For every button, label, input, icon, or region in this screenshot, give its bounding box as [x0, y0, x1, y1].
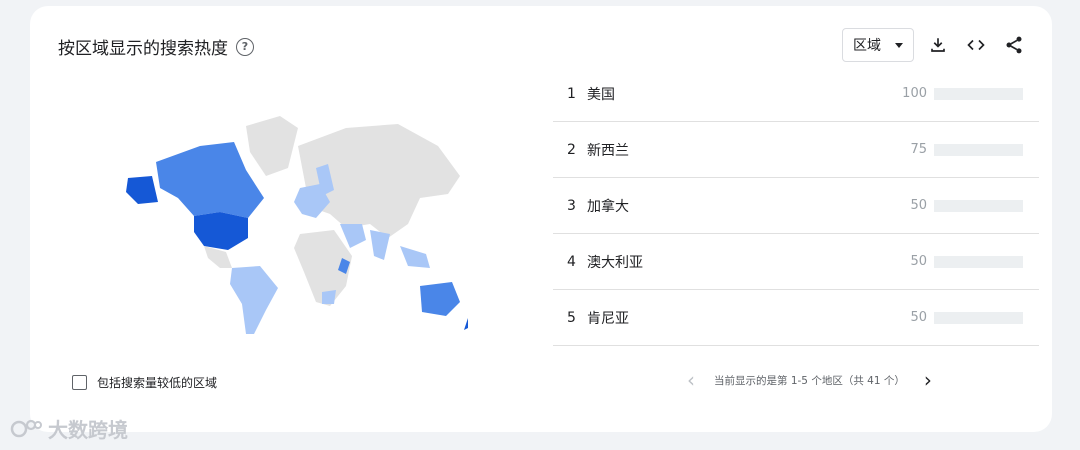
chevron-left-icon: ‹	[687, 368, 695, 392]
share-icon	[1006, 36, 1022, 54]
card-toolbar: 区域	[842, 28, 1028, 62]
resolution-select-value: 区域	[853, 38, 881, 54]
download-icon	[931, 38, 945, 52]
share-button[interactable]	[1000, 29, 1028, 61]
map-regions	[126, 116, 468, 334]
region-rank: 4	[567, 253, 576, 270]
low-volume-label: 包括搜索量较低的区域	[97, 376, 218, 390]
map-region-usa[interactable]	[194, 212, 248, 250]
region-row[interactable]: 3 加拿大 50	[553, 178, 1039, 234]
map-region-australia[interactable]	[420, 282, 460, 316]
map-region-new-zealand[interactable]	[464, 310, 468, 330]
pagination-text: 当前显示的是第 1-5 个地区（共 41 个）	[714, 374, 905, 387]
region-rank: 2	[567, 141, 576, 158]
region-name: 肯尼亚	[587, 310, 629, 327]
watermark-logo-icon	[10, 419, 42, 437]
region-rank: 1	[567, 85, 576, 102]
region-bar-track	[934, 255, 1023, 268]
embed-button[interactable]	[962, 29, 990, 61]
card-title: 按区域显示的搜索热度	[58, 39, 228, 59]
pagination: ‹ 当前显示的是第 1-5 个地区（共 41 个） ›	[680, 367, 939, 393]
region-row[interactable]: 2 新西兰 75	[553, 122, 1039, 178]
map-region-alaska[interactable]	[126, 176, 158, 204]
download-button[interactable]	[924, 29, 952, 61]
region-row[interactable]: 4 澳大利亚 50	[553, 234, 1039, 290]
map-region-south-africa[interactable]	[322, 290, 336, 304]
next-page-button[interactable]: ›	[917, 367, 939, 393]
map-region-canada[interactable]	[156, 142, 264, 218]
region-value: 50	[910, 198, 927, 213]
map-region-greenland[interactable]	[246, 116, 298, 176]
region-ranking-list: 1 美国 100 2 新西兰 75 3 加拿大 50 4 澳大利亚 50 5 肯…	[553, 66, 1039, 346]
map-region-southeast-asia[interactable]	[400, 246, 430, 268]
region-value: 75	[910, 142, 927, 157]
chevron-right-icon: ›	[923, 368, 932, 392]
world-map[interactable]	[108, 106, 468, 336]
low-volume-toggle[interactable]: 包括搜索量较低的区域	[72, 374, 217, 391]
region-value: 50	[910, 254, 927, 269]
region-bar-track	[934, 87, 1023, 100]
region-name: 澳大利亚	[587, 254, 643, 271]
region-row[interactable]: 5 肯尼亚 50	[553, 290, 1039, 346]
region-bar-track	[934, 199, 1023, 212]
map-region-india[interactable]	[370, 230, 390, 260]
region-value: 50	[910, 310, 927, 325]
region-name: 新西兰	[587, 142, 629, 159]
region-row[interactable]: 1 美国 100	[553, 66, 1039, 122]
watermark: 大数跨境	[10, 414, 128, 443]
region-value: 100	[902, 86, 927, 101]
card-title-row: 按区域显示的搜索热度 ?	[58, 34, 254, 59]
resolution-select[interactable]: 区域	[842, 28, 914, 62]
region-rank: 3	[567, 197, 576, 214]
interest-by-region-card: 按区域显示的搜索热度 ? 区域 1 美国 100 2 新西兰 75 3 加拿大 …	[30, 6, 1052, 432]
prev-page-button[interactable]: ‹	[680, 367, 702, 393]
region-name: 加拿大	[587, 198, 629, 215]
help-icon[interactable]: ?	[236, 37, 254, 56]
watermark-text: 大数跨境	[48, 418, 128, 442]
low-volume-checkbox[interactable]	[72, 375, 87, 390]
region-bar-track	[934, 143, 1023, 156]
region-rank: 5	[567, 309, 576, 326]
region-bar-track	[934, 311, 1023, 324]
code-icon	[967, 39, 985, 51]
region-name: 美国	[587, 86, 615, 103]
caret-down-icon	[895, 42, 903, 48]
map-region-south-america[interactable]	[230, 266, 278, 334]
